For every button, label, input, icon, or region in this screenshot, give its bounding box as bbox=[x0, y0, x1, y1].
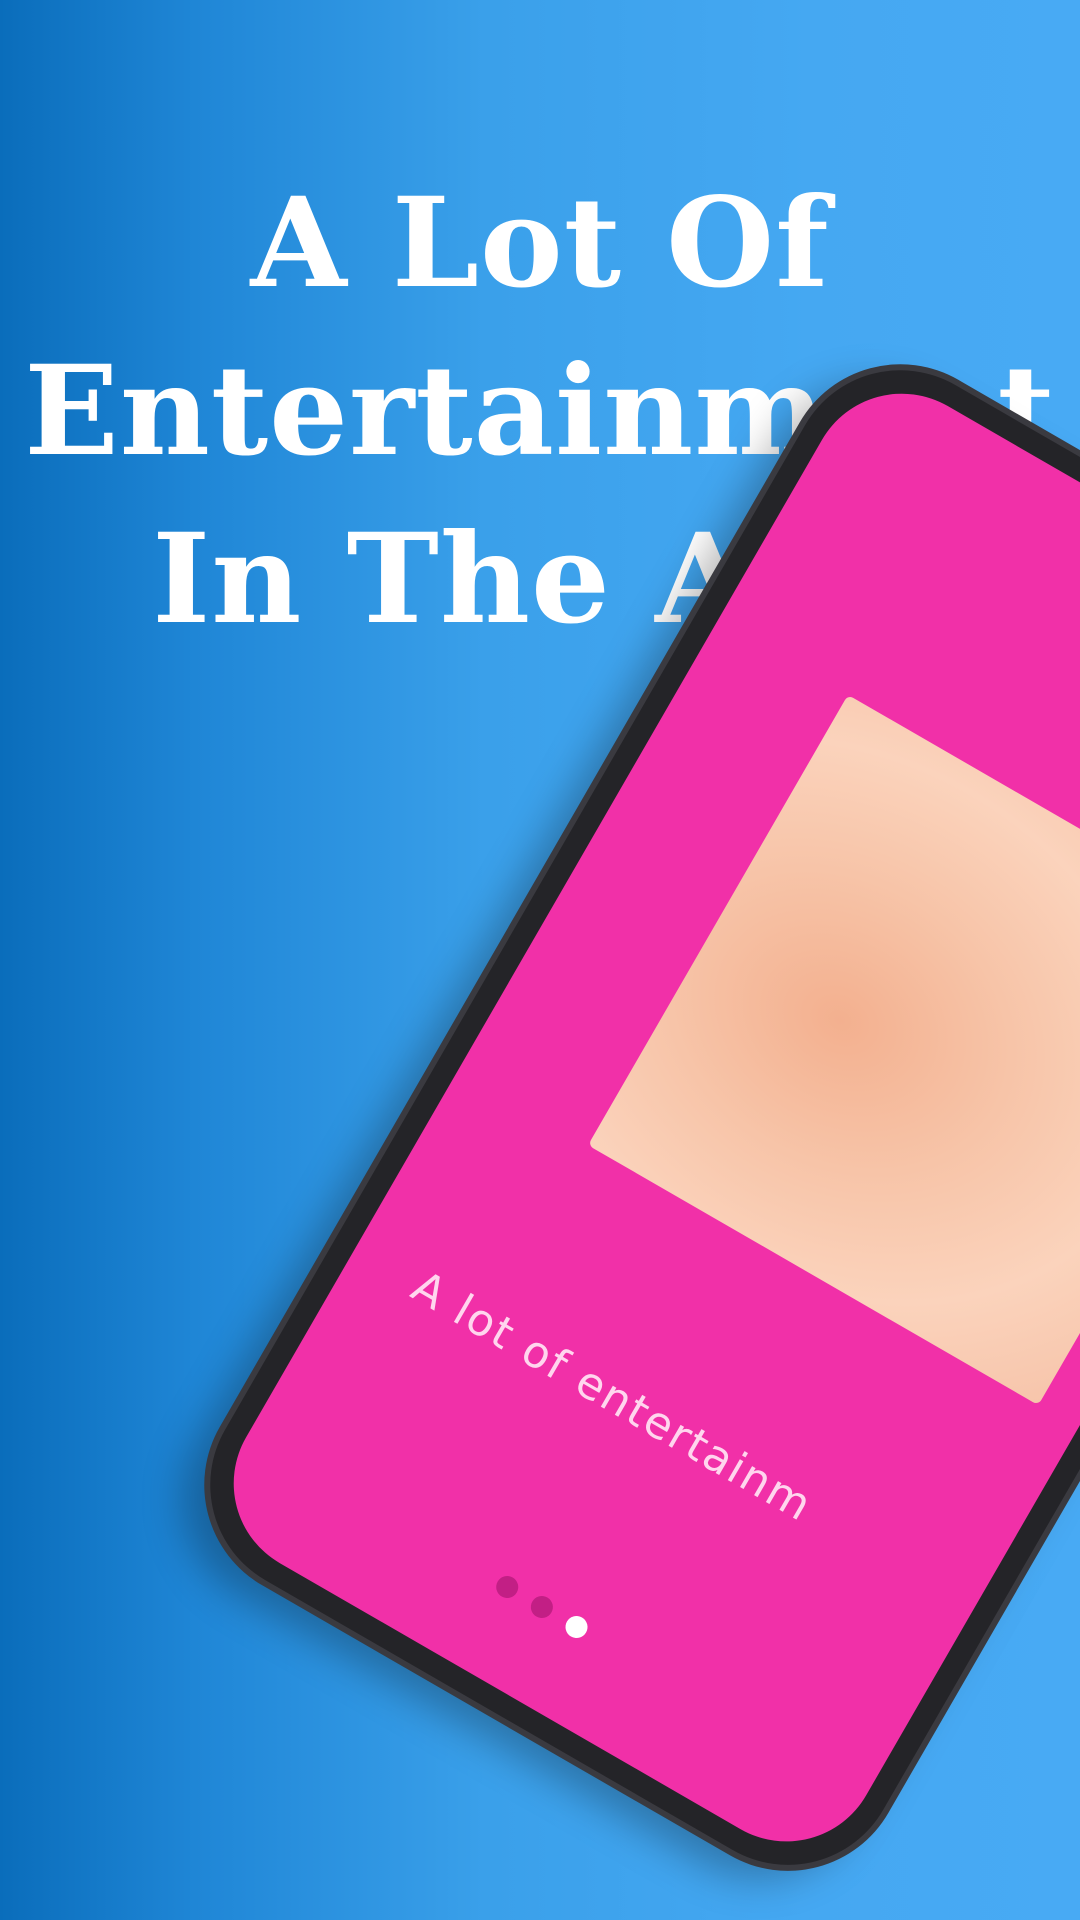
page-dot-active[interactable] bbox=[561, 1611, 592, 1643]
page-dot[interactable] bbox=[526, 1591, 557, 1623]
headline-line-1: A Lot Of bbox=[250, 171, 830, 316]
promo-page: A Lot Of Entertainment In The App A lot … bbox=[0, 0, 1080, 1920]
page-indicator bbox=[492, 1571, 592, 1643]
screen-photo bbox=[587, 694, 1080, 1406]
page-dot[interactable] bbox=[492, 1571, 523, 1603]
